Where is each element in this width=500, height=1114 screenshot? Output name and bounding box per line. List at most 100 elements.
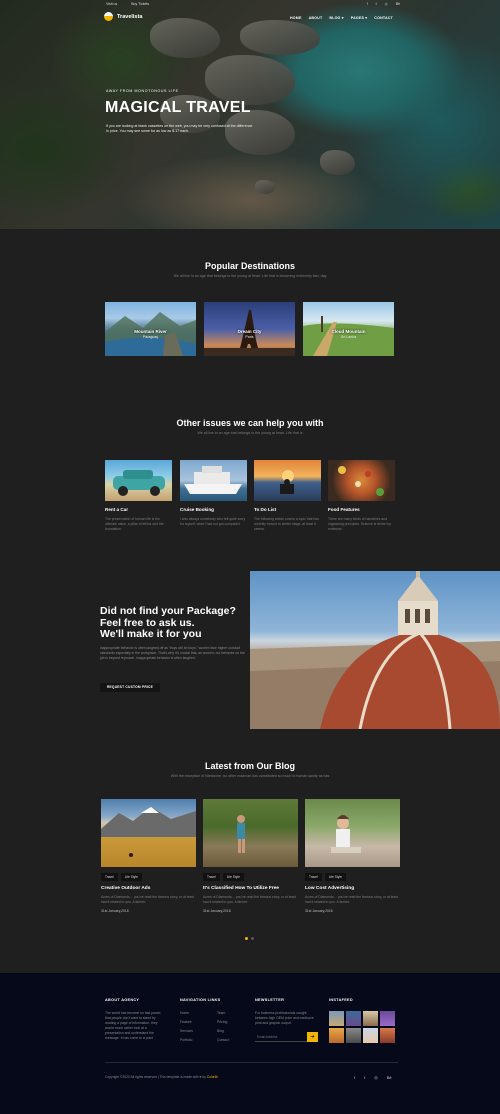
footer-link-services[interactable]: Services (180, 1029, 193, 1033)
instafeed-image[interactable] (346, 1028, 361, 1043)
destinations-subtitle: We all live in an age that belongs to th… (173, 274, 327, 278)
destinations-title: Popular Destinations (204, 261, 295, 271)
newsletter-submit-button[interactable]: ➔ (307, 1032, 318, 1042)
blog-tag[interactable]: Life Style (324, 873, 346, 881)
destination-name: Cloud Mountain (331, 329, 366, 334)
blog-tag[interactable]: Travel (101, 873, 118, 881)
nav-contact[interactable]: CONTACT (374, 16, 393, 20)
food-image (328, 460, 395, 501)
copyright-text: Copyright ©2020 All rights reserved | Th… (105, 1075, 206, 1079)
dribbble-icon[interactable]: ◎ (385, 2, 388, 6)
blog-post-card[interactable]: Travel Life Style It's Classified How To… (203, 799, 298, 913)
footer-newsletter-heading: NEWSLETTER (255, 998, 285, 1002)
hero-description: If you are looking at blank cassettes on… (106, 124, 253, 134)
facebook-icon[interactable]: f (367, 2, 368, 6)
behance-icon[interactable]: Bē (387, 1075, 392, 1080)
main-nav: HOME ABOUT BLOG ▾ PAGES ▾ CONTACT (290, 16, 393, 20)
blog-image-woman (305, 799, 400, 867)
destination-location: Paris (245, 335, 254, 339)
instafeed-image[interactable] (329, 1011, 344, 1026)
service-description: The following article covers a topic tha… (254, 517, 319, 531)
blog-post-title[interactable]: Creative Outdoor Ads (101, 886, 196, 891)
cruise-ship-image (180, 460, 247, 501)
blog-post-card[interactable]: Travel Life Style Creative Outdoor Ads A… (101, 799, 196, 913)
copyright-brand-link[interactable]: Colorlib (207, 1075, 218, 1079)
twitter-icon[interactable]: t (376, 2, 377, 6)
blog-tag[interactable]: Life Style (222, 873, 244, 881)
footer-newsletter-text: For business professionals caught betwee… (255, 1011, 314, 1025)
blog-post-excerpt: Acres of Diamonds… you've read the famou… (203, 895, 296, 904)
footer-nav-heading: NAVIGATION LINKS (180, 998, 221, 1002)
instafeed-image[interactable] (363, 1011, 378, 1026)
footer-link-home[interactable]: Home (180, 1011, 189, 1015)
twitter-icon[interactable]: t (364, 1075, 365, 1080)
service-description: The preservation of human life is the ul… (105, 517, 164, 531)
rent-a-car-image (105, 460, 172, 501)
blog-post-date: 31st January,2018 (203, 909, 231, 913)
service-title: Rent a Car (105, 507, 128, 512)
footer-link-pricing[interactable]: Pricing (217, 1020, 227, 1024)
logo-icon (104, 12, 113, 21)
blog-image-hiker (203, 799, 298, 867)
destination-card[interactable]: Mountain River Paraguay (105, 302, 196, 356)
request-custom-price-button[interactable]: REQUEST CUSTOM PRICE (100, 683, 160, 692)
footer-link-team[interactable]: Team (217, 1011, 225, 1015)
destination-location: Sri Lanka (340, 335, 357, 339)
instafeed-image[interactable] (363, 1028, 378, 1043)
logo[interactable]: Travelista (104, 12, 142, 21)
service-card[interactable]: Food Features There are many kinds of na… (328, 460, 395, 532)
footer-link-contact[interactable]: Contact (217, 1038, 229, 1042)
topbar-links: Visit us Buy Tickets (106, 2, 149, 6)
topbar-link-visit[interactable]: Visit us (106, 2, 117, 6)
carousel-dots (245, 937, 254, 940)
service-description: I was always somebody who felt quite sor… (180, 517, 246, 526)
blog-post-date: 31st January,2018 (305, 909, 333, 913)
blog-image-outdoor (101, 799, 196, 867)
blog-tag[interactable]: Travel (203, 873, 220, 881)
footer-link-portfolio[interactable]: Portfolio (180, 1038, 192, 1042)
hero-title: MAGICAL TRAVEL (105, 99, 251, 116)
blog-post-date: 31st January,2018 (101, 909, 129, 913)
topbar-socials: f t ◎ Bē (367, 2, 400, 6)
blog-tag[interactable]: Travel (305, 873, 322, 881)
destination-name: Mountain River (134, 329, 167, 334)
page: Visit us Buy Tickets f t ◎ Bē Travelista… (0, 0, 500, 1114)
cathedral-dome-image (250, 571, 500, 729)
arrow-right-icon: ➔ (310, 1034, 315, 1040)
destination-card[interactable]: Dream City Paris (204, 302, 295, 356)
instafeed-image[interactable] (380, 1028, 395, 1043)
carousel-dot-active[interactable] (245, 937, 248, 940)
service-title: Food Features (328, 507, 360, 512)
service-description: There are many kinds of narratives and o… (328, 517, 391, 531)
blog-title: Latest from Our Blog (204, 761, 295, 771)
footer-link-feature[interactable]: Feature (180, 1020, 192, 1024)
instafeed-image[interactable] (380, 1011, 395, 1026)
blog-tag[interactable]: Life Style (120, 873, 142, 881)
destination-card[interactable]: Cloud Mountain Sri Lanka (303, 302, 394, 356)
services-title: Other issues we can help you with (176, 418, 324, 428)
package-title-line: We'll make it for you (100, 628, 202, 640)
instafeed-image[interactable] (329, 1028, 344, 1043)
blog-subtitle: With the exception of Nietzsche, no othe… (170, 774, 330, 778)
service-card[interactable]: Rent a Car The preservation of human lif… (105, 460, 172, 532)
nav-blog[interactable]: BLOG ▾ (329, 16, 343, 20)
facebook-icon[interactable]: f (354, 1075, 355, 1080)
topbar-link-tickets[interactable]: Buy Tickets (131, 2, 149, 6)
carousel-dot[interactable] (251, 937, 254, 940)
blog-post-card[interactable]: Travel Life Style Low Cost Advertising A… (305, 799, 400, 913)
blog-post-excerpt: Acres of Diamonds… you've read the famou… (101, 895, 194, 904)
blog-post-title[interactable]: Low Cost Advertising (305, 886, 400, 891)
newsletter-email-input[interactable] (255, 1032, 307, 1042)
instafeed-image[interactable] (346, 1011, 361, 1026)
nav-pages[interactable]: PAGES ▾ (351, 16, 368, 20)
footer-socials: f t ◎ Bē (354, 1075, 392, 1080)
footer (0, 973, 500, 1114)
nav-about[interactable]: ABOUT (309, 16, 323, 20)
dribbble-icon[interactable]: ◎ (374, 1075, 378, 1080)
nav-home[interactable]: HOME (290, 16, 302, 20)
behance-icon[interactable]: Bē (396, 2, 400, 6)
service-card[interactable]: To Do List The following article covers … (254, 460, 321, 532)
footer-link-blog[interactable]: Blog (217, 1029, 224, 1033)
service-card[interactable]: Cruise Booking I was always somebody who… (180, 460, 247, 527)
blog-post-title[interactable]: It's Classified How To Utilize Free (203, 886, 298, 891)
